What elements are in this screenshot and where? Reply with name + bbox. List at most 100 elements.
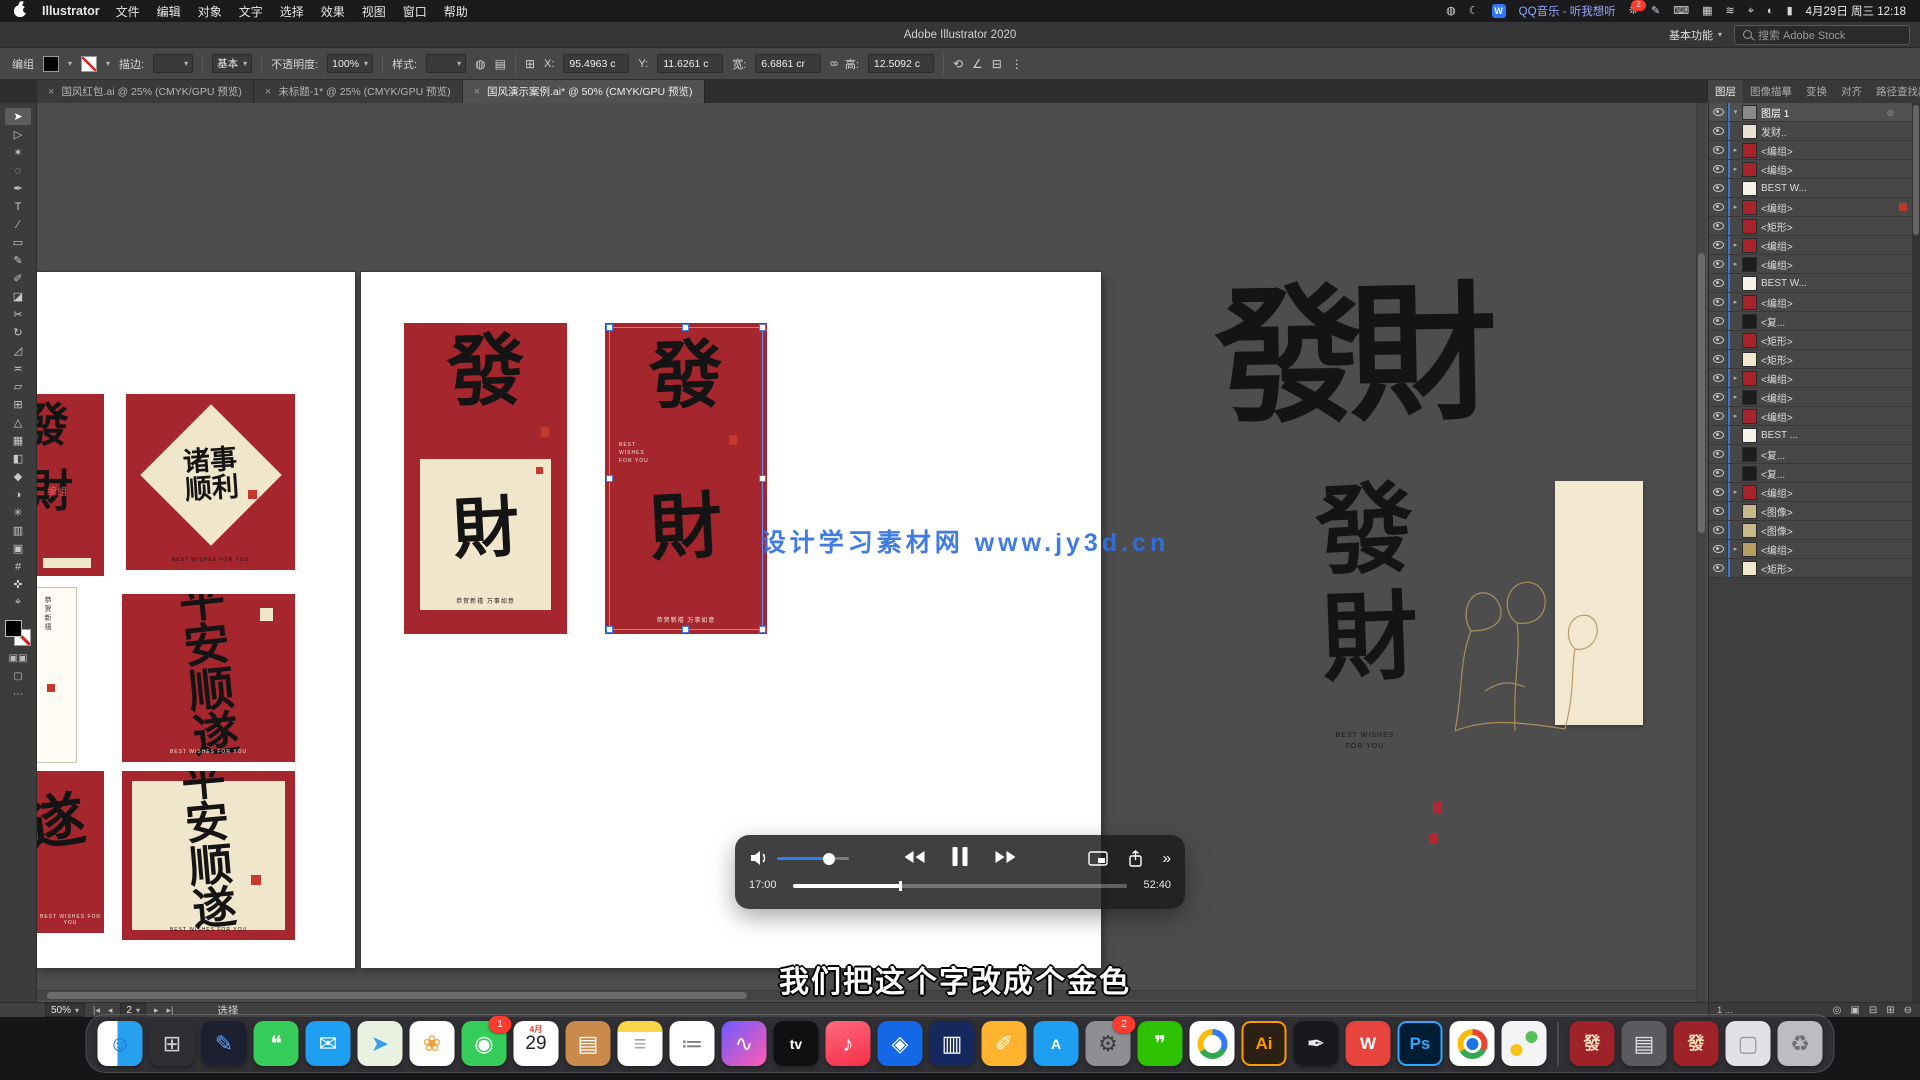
eraser-tool[interactable]: ◪ [5, 288, 31, 305]
more-options-icon[interactable]: ⋮ [1011, 57, 1023, 71]
layer-row-3[interactable]: ▸ <编组> [1709, 141, 1912, 160]
disclosure-triangle[interactable]: ▸ [1730, 488, 1741, 496]
dock-stocks[interactable]: ▥ [930, 1021, 975, 1066]
menubar-menu-窗口[interactable]: 窗口 [403, 3, 427, 20]
layer-row-1[interactable]: ▾图层 1◎ [1709, 103, 1912, 122]
layer-name[interactable]: <编组> [1761, 238, 1793, 253]
layer-name[interactable]: <编组> [1761, 409, 1793, 424]
visibility-toggle[interactable] [1709, 445, 1728, 463]
hand-tool[interactable]: ✜ [5, 576, 31, 593]
more-controls-chevrons[interactable]: » [1163, 851, 1171, 866]
constrain-proportions-icon[interactable]: 8 [828, 61, 839, 67]
visibility-toggle[interactable] [1709, 464, 1728, 482]
layer-name[interactable]: <编组> [1761, 371, 1793, 386]
pen-tool[interactable]: ✒ [5, 180, 31, 197]
stroke-weight-select[interactable]: ▾ [153, 54, 193, 73]
layer-row-18[interactable]: BEST ... [1709, 426, 1912, 445]
layer-name[interactable]: <复... [1761, 447, 1785, 462]
disclosure-triangle[interactable]: ▾ [1730, 108, 1741, 116]
dock-tencent-docs[interactable] [1190, 1021, 1235, 1066]
dock-window-preview[interactable]: ▢ [1726, 1021, 1771, 1066]
width-tool[interactable]: ≍ [5, 360, 31, 377]
layer-name[interactable]: <编组> [1761, 390, 1793, 405]
visibility-toggle[interactable] [1709, 521, 1728, 539]
rewind-button[interactable] [904, 850, 926, 864]
drawing-modes-icon[interactable]: ▣▣ [9, 653, 28, 664]
wps-status-icon[interactable]: W [1492, 4, 1506, 18]
selection-tool[interactable]: ➤ [5, 108, 31, 125]
layer-row-8[interactable]: ▸<编组> [1709, 236, 1912, 255]
layer-row-15[interactable]: ▸<编组> [1709, 369, 1912, 388]
rectangle-tool[interactable]: ▭ [5, 234, 31, 251]
white-strip-card[interactable]: 恭贺新禧 [37, 588, 76, 762]
dock-red-envelope-file[interactable]: 發 [1570, 1021, 1615, 1066]
brush-definition-select[interactable]: 基本 ▾ [212, 54, 252, 73]
layer-name[interactable]: <编组> [1761, 485, 1793, 500]
disclosure-triangle[interactable]: ▸ [1730, 146, 1741, 154]
video-player-controls[interactable]: » 17:00 52:40 [735, 835, 1185, 909]
menubar-menu-视图[interactable]: 视图 [362, 3, 386, 20]
visibility-toggle[interactable] [1709, 407, 1728, 425]
volume-knob[interactable] [823, 853, 835, 865]
zhushi-shunli-card[interactable]: 诸事顺利 BEST WISHES FOR YOU [126, 394, 295, 570]
qq-music-status[interactable]: QQ音乐 - 听我想听 [1519, 3, 1616, 19]
layer-row-17[interactable]: ▸<编组> [1709, 407, 1912, 426]
menubar-menu-文字[interactable]: 文字 [239, 3, 263, 20]
input-source-icon[interactable]: ⌨ [1673, 6, 1689, 17]
lasso-tool[interactable]: ◌ [5, 162, 31, 179]
panel-tab-路径查找器[interactable]: 路径查找器 [1869, 80, 1920, 103]
y-value-field[interactable]: 11.6261 c [657, 54, 723, 73]
dock-wps[interactable]: W [1346, 1021, 1391, 1066]
symbol-sprayer-tool[interactable]: ✳ [5, 504, 31, 521]
visibility-toggle[interactable] [1709, 236, 1728, 254]
active-app-name[interactable]: Illustrator [42, 4, 100, 18]
selection-handle[interactable] [606, 324, 613, 331]
dock-draft-app[interactable]: ✎ [202, 1021, 247, 1066]
panel-scrollbar[interactable] [1912, 103, 1920, 1002]
layer-name[interactable]: <编组> [1761, 143, 1793, 158]
layer-name[interactable]: 图层 1 [1761, 105, 1789, 120]
eyedropper-tool[interactable]: ◆ [5, 468, 31, 485]
selection-handle[interactable] [682, 324, 689, 331]
dock-illustrator[interactable]: Ai [1242, 1021, 1287, 1066]
line-segment-tool[interactable]: ∕ [5, 216, 31, 233]
fill-swatch[interactable] [5, 620, 22, 637]
visibility-toggle[interactable] [1709, 141, 1728, 159]
dock-launchpad[interactable]: ⊞ [150, 1021, 195, 1066]
selection-handle[interactable] [759, 626, 766, 633]
selection-handle[interactable] [682, 626, 689, 633]
panel-tab-图像描摹[interactable]: 图像描摹 [1743, 80, 1799, 103]
layer-name[interactable]: <编组> [1761, 200, 1793, 215]
close-tab-icon[interactable]: × [265, 86, 271, 98]
dock-document-window[interactable]: ▤ [1622, 1021, 1667, 1066]
new-sublayer-icon[interactable]: ⊟ [1869, 1005, 1877, 1016]
apple-menu-icon[interactable] [14, 5, 26, 17]
reference-point-icon[interactable]: ⊞ [525, 57, 535, 71]
menubar-menu-文件[interactable]: 文件 [116, 3, 140, 20]
selection-handle[interactable] [759, 475, 766, 482]
dock-photos[interactable]: ❀ [410, 1021, 455, 1066]
disclosure-triangle[interactable]: ▸ [1730, 165, 1741, 173]
visibility-toggle[interactable] [1709, 426, 1728, 444]
x-value-field[interactable]: 95.4963 c [563, 54, 629, 73]
dock-facetime[interactable]: ◉1 [462, 1021, 507, 1066]
dock-music[interactable]: ♪ [826, 1021, 871, 1066]
picture-in-picture-button[interactable] [1088, 851, 1108, 866]
type-tool[interactable]: T [5, 198, 31, 215]
selection-handle[interactable] [606, 626, 613, 633]
visibility-toggle[interactable] [1709, 198, 1728, 216]
visibility-toggle[interactable] [1709, 160, 1728, 178]
spotlight-search-icon[interactable]: ⌖ [1748, 6, 1754, 17]
visibility-toggle[interactable] [1709, 540, 1728, 558]
seek-bar[interactable] [793, 884, 1127, 888]
disclosure-triangle[interactable]: ▸ [1730, 545, 1741, 553]
dock-pen-tool-app[interactable]: ✒ [1294, 1021, 1339, 1066]
display-status-icon[interactable]: ☾ [1469, 6, 1479, 17]
canvas[interactable]: 發 財 诸事顺利 BEST WISHES FOR YOU 恭贺新禧 平安顺遂 [37, 103, 1708, 1002]
layer-name[interactable]: <复... [1761, 466, 1785, 481]
disclosure-triangle[interactable]: ▸ [1730, 393, 1741, 401]
layer-row-9[interactable]: ▸<编组> [1709, 255, 1912, 274]
visibility-toggle[interactable] [1709, 388, 1728, 406]
visibility-toggle[interactable] [1709, 312, 1728, 330]
document-tab-3[interactable]: ×国风演示案例.ai* @ 50% (CMYK/GPU 预览) [463, 80, 705, 103]
